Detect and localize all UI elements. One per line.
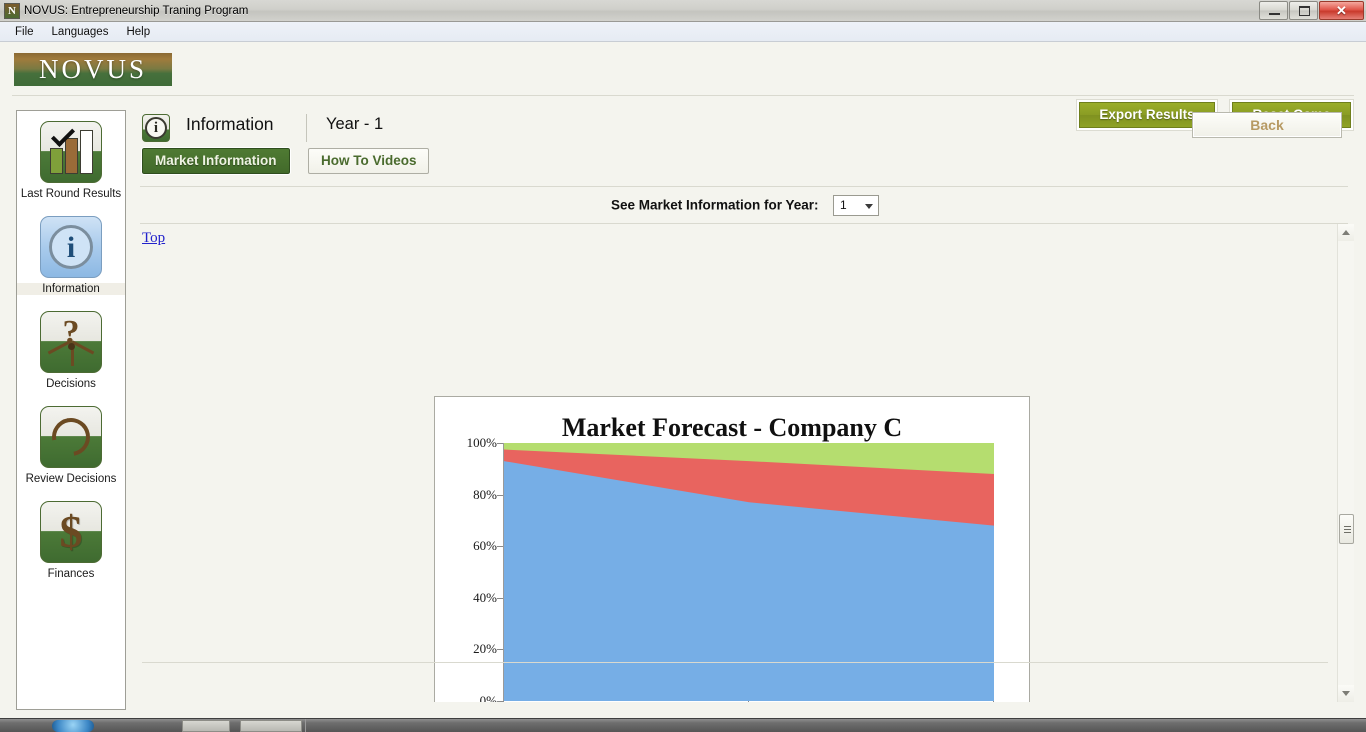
circular-arrow-icon (40, 406, 102, 468)
sidebar-item-review-decisions[interactable]: Review Decisions (17, 396, 125, 491)
dollar-sign-icon: $ (40, 501, 102, 563)
chevron-down-icon (865, 204, 873, 209)
sidebar-item-last-round-results[interactable]: Last Round Results (17, 111, 125, 206)
sidebar-item-label: Review Decisions (25, 473, 117, 485)
maximize-restore-icon[interactable] (1289, 1, 1318, 20)
year-selector-label: See Market Information for Year: (610, 197, 819, 213)
page-title: Information (186, 114, 274, 134)
y-axis-tick-label: 0% (479, 693, 497, 702)
y-axis-tick-label: 100% (466, 435, 497, 450)
close-icon[interactable]: ✕ (1319, 1, 1364, 20)
menu-item-file[interactable]: File (6, 24, 43, 40)
app-icon: N (4, 2, 20, 19)
header-separator (306, 114, 307, 142)
novus-logo: NOVUS (14, 53, 172, 86)
information-icon: i (142, 114, 170, 142)
x-axis-tick (993, 701, 994, 702)
window-title: NOVUS: Entrepreneurship Traning Program (24, 4, 249, 17)
menu-bar: File Languages Help (0, 22, 1366, 42)
scroll-down-icon[interactable] (1338, 685, 1354, 702)
sidebar-item-label: Decisions (46, 378, 96, 390)
plot-wrapper: 0%20%40%60%80%100% Year 1Year 2Year 3 (435, 435, 1031, 702)
header-divider (12, 95, 1354, 96)
sidebar-item-label: Information (17, 283, 125, 295)
chart-title: Market Forecast - Company C (561, 413, 903, 442)
taskbar-item[interactable] (240, 720, 302, 732)
menu-item-languages[interactable]: Languages (43, 24, 118, 40)
x-axis-tick (748, 701, 749, 702)
y-axis-tick-label: 20% (473, 641, 497, 657)
title-bar: N NOVUS: Entrepreneurship Traning Progra… (0, 0, 1366, 22)
y-axis-tick-label: 60% (473, 538, 497, 554)
sidebar-item-label: Finances (47, 568, 95, 580)
year-select-value: 1 (840, 198, 847, 212)
page-header: i Information Year - 1 Back (136, 108, 1354, 148)
taskbar-separator (305, 719, 306, 732)
brand-header: NOVUS Export Results Reset Game (0, 43, 1366, 130)
sidebar-item-finances[interactable]: $ Finances (17, 491, 125, 586)
top-link[interactable]: Top (142, 230, 165, 247)
question-arrows-icon: ? (40, 311, 102, 373)
y-axis-tick-label: 80% (473, 486, 497, 502)
info-circle-icon: i (40, 216, 102, 278)
scrollbar-thumb[interactable] (1339, 514, 1354, 544)
menu-item-help[interactable]: Help (117, 24, 159, 40)
sidebar-item-decisions[interactable]: ? Decisions (17, 301, 125, 396)
sidebar-item-label: Last Round Results (20, 188, 122, 200)
tab-bar: Market Information How To Videos (136, 147, 1354, 182)
minimize-icon[interactable] (1259, 1, 1288, 20)
scroll-up-icon[interactable] (1338, 224, 1354, 241)
current-year-label: Year - 1 (326, 115, 384, 133)
window-controls: ✕ (1259, 1, 1364, 20)
sidebar-nav: Last Round Results i Information ? Decis… (16, 110, 126, 710)
tab-how-to-videos[interactable]: How To Videos (307, 148, 430, 174)
bar-chart-check-icon (40, 121, 102, 183)
tab-market-information[interactable]: Market Information (141, 147, 291, 175)
x-axis-tick (503, 701, 504, 702)
scroll-content: Top Market Forecast - Company C 0% 20% 40%… (136, 224, 1332, 702)
content-area: i Information Year - 1 Back Market Infor… (136, 108, 1354, 710)
taskbar-item[interactable] (182, 720, 230, 732)
scroll-pane: Top Market Forecast - Company C 0% 20% 40%… (136, 224, 1354, 702)
vertical-scrollbar[interactable] (1337, 224, 1354, 702)
start-button-icon[interactable] (52, 720, 94, 732)
year-selector-row: See Market Information for Year: 1 (136, 187, 1354, 221)
os-taskbar (0, 718, 1366, 732)
back-button[interactable]: Back (1192, 112, 1342, 138)
y-axis-tick-label: 40% (473, 589, 497, 605)
content-divider (142, 662, 1328, 663)
sidebar-item-information[interactable]: i Information (17, 206, 125, 301)
application-window: N NOVUS: Entrepreneurship Traning Progra… (0, 0, 1366, 732)
market-forecast-chart: Market Forecast - Company C 0% 20% 40% 60% 8… (434, 396, 1030, 702)
year-select-dropdown[interactable]: 1 (833, 195, 879, 216)
